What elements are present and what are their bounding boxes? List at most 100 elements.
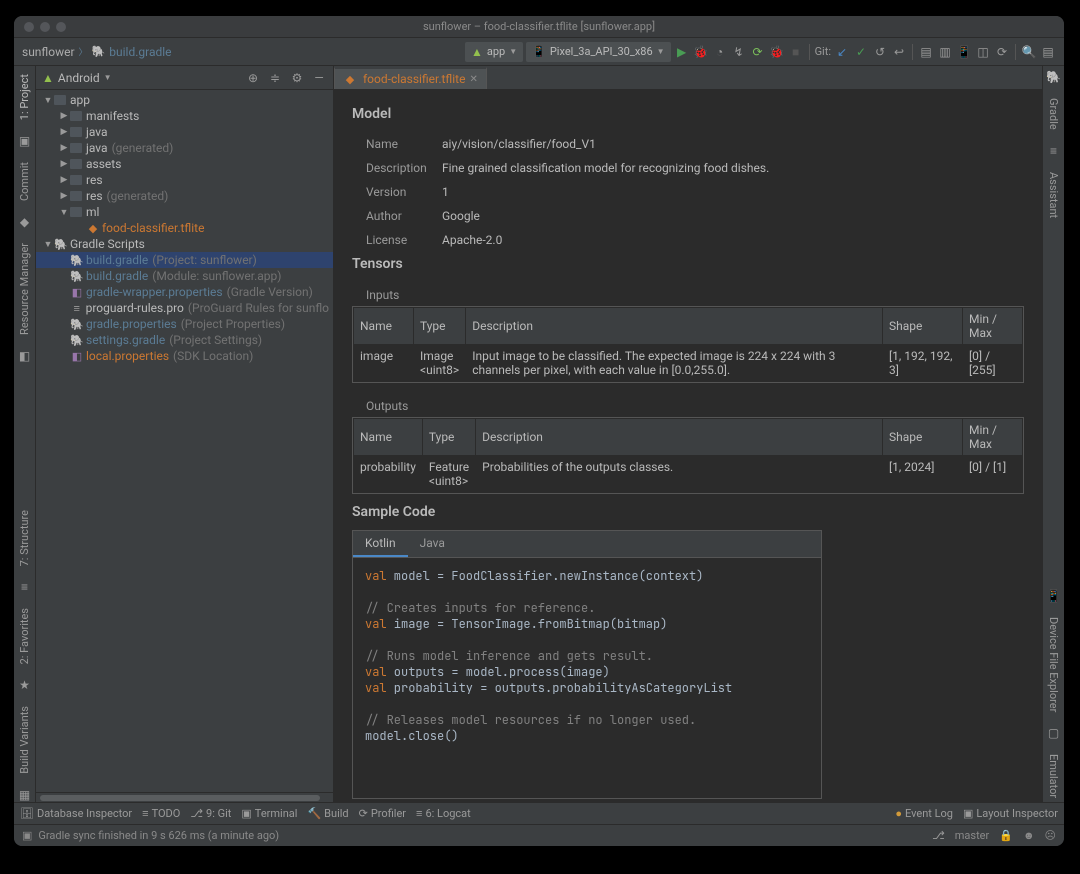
bottom-tab-event-log[interactable]: ●Event Log xyxy=(895,807,953,820)
rail-tab-assistant[interactable]: Assistant xyxy=(1045,168,1062,222)
twistie-icon[interactable]: ▶ xyxy=(58,111,70,121)
project-icon[interactable]: ▣ xyxy=(19,134,30,148)
bottom-tab-profiler[interactable]: ⟳Profiler xyxy=(359,807,406,820)
avd-manager-button[interactable]: ▤ xyxy=(918,44,934,60)
settings-button[interactable]: ▤ xyxy=(1040,44,1056,60)
close-icon[interactable] xyxy=(24,22,34,32)
rail-tab-device-explorer[interactable]: Device File Explorer xyxy=(1045,613,1062,716)
tree-node[interactable]: ≡proguard-rules.pro(ProGuard Rules for s… xyxy=(36,300,333,316)
device-manager-button[interactable]: 📱 xyxy=(956,44,972,60)
debug-button[interactable]: 🐞 xyxy=(693,44,709,60)
tree-node[interactable]: ◧gradle-wrapper.properties(Gradle Versio… xyxy=(36,284,333,300)
bottom-tab-terminal[interactable]: ▣Terminal xyxy=(241,807,297,820)
android-profiler-button[interactable]: ⟳ xyxy=(750,44,766,60)
tree-node[interactable]: 🐘build.gradle(Project: sunflower) xyxy=(36,252,333,268)
editor-tab-food-classifier[interactable]: ◆ food-classifier.tflite ✕ xyxy=(334,67,487,89)
run-button[interactable]: ▶ xyxy=(674,44,690,60)
breadcrumb-root[interactable]: sunflower xyxy=(22,45,75,59)
stop-button[interactable]: ■ xyxy=(788,44,804,60)
commit-icon[interactable]: ◆ xyxy=(20,215,29,229)
structure-icon[interactable]: ≡ xyxy=(21,580,28,594)
chevron-down-icon[interactable]: ▼ xyxy=(104,73,112,82)
code-body[interactable]: val model = FoodClassifier.newInstance(c… xyxy=(353,558,821,798)
rail-tab-emulator[interactable]: Emulator xyxy=(1045,750,1062,802)
twistie-icon[interactable]: ▶ xyxy=(58,175,70,185)
lock-icon[interactable]: 🔒 xyxy=(999,829,1013,842)
minimize-icon[interactable] xyxy=(40,22,50,32)
breadcrumb-file[interactable]: build.gradle xyxy=(109,45,171,59)
sync-button[interactable]: ⟳ xyxy=(994,44,1010,60)
panel-settings-icon[interactable]: ⚙ xyxy=(289,70,305,86)
bottom-tab-logcat[interactable]: ≡6: Logcat xyxy=(416,807,471,820)
tree-node[interactable]: 🐘build.gradle(Module: sunflower.app) xyxy=(36,268,333,284)
panel-hide-icon[interactable]: — xyxy=(311,70,327,86)
view-mode[interactable]: Android xyxy=(58,71,100,85)
face-sad-icon[interactable]: ☹ xyxy=(1045,829,1056,842)
tree-node[interactable]: 🐘gradle.properties(Project Properties) xyxy=(36,316,333,332)
git-rollback-button[interactable]: ↩ xyxy=(891,44,907,60)
device-selector[interactable]: 📱 Pixel_3a_API_30_x86 ▼ xyxy=(526,42,670,62)
tree-node[interactable]: ▼🐘Gradle Scripts xyxy=(36,236,333,252)
twistie-icon[interactable]: ▼ xyxy=(42,95,54,106)
tree-node[interactable]: ▶java(generated) xyxy=(36,140,333,156)
rail-tab-favorites[interactable]: 2: Favorites xyxy=(16,604,33,668)
tree-node[interactable]: ▼app xyxy=(36,92,333,108)
git-commit-button[interactable]: ✓ xyxy=(853,44,869,60)
git-branch[interactable]: master xyxy=(955,829,989,842)
tree-node[interactable]: ▶res xyxy=(36,172,333,188)
tree-node[interactable]: ▶manifests xyxy=(36,108,333,124)
rail-tab-resource[interactable]: Resource Manager xyxy=(16,239,33,339)
main-area: 1: Project ▣ Commit ◆ Resource Manager ◧… xyxy=(14,66,1064,802)
tree-node[interactable]: 🐘settings.gradle(Project Settings) xyxy=(36,332,333,348)
twistie-icon[interactable]: ▶ xyxy=(58,143,70,153)
device-explorer-icon[interactable]: 📱 xyxy=(1046,589,1061,603)
favorites-icon[interactable]: ★ xyxy=(19,678,30,692)
twistie-icon[interactable]: ▼ xyxy=(42,239,54,250)
close-tab-icon[interactable]: ✕ xyxy=(469,74,477,85)
bottom-tab-todo[interactable]: ≡TODO xyxy=(142,807,180,820)
rail-tab-structure[interactable]: 7: Structure xyxy=(16,506,33,570)
tab-kotlin[interactable]: Kotlin xyxy=(353,531,408,557)
rail-tab-commit[interactable]: Commit xyxy=(16,158,33,205)
scrollbar-thumb[interactable] xyxy=(40,795,320,801)
rail-tab-gradle[interactable]: Gradle xyxy=(1045,94,1062,134)
status-icon[interactable]: ▣ xyxy=(22,829,32,842)
run-config-selector[interactable]: ▲ app ▼ xyxy=(465,42,523,62)
app-inspection-button[interactable]: ◫ xyxy=(975,44,991,60)
gradle-icon[interactable]: 🐘 xyxy=(1046,70,1061,84)
bottom-tab-git[interactable]: ⎇9: Git xyxy=(190,807,231,820)
tab-java[interactable]: Java xyxy=(408,531,457,557)
face-neutral-icon[interactable]: ☻ xyxy=(1023,829,1035,842)
twistie-icon[interactable]: ▶ xyxy=(58,159,70,169)
tree-node[interactable]: ▶res(generated) xyxy=(36,188,333,204)
tree-node[interactable]: ◧local.properties(SDK Location) xyxy=(36,348,333,364)
profile-button[interactable]: ↯ xyxy=(731,44,747,60)
bottom-tab-database-inspector[interactable]: 🗄Database Inspector xyxy=(20,807,132,820)
rail-tab-project[interactable]: 1: Project xyxy=(16,70,33,124)
coverage-button[interactable]: ◔ xyxy=(712,44,728,60)
tree-node[interactable]: ▶assets xyxy=(36,156,333,172)
tree-node[interactable]: ◆food-classifier.tflite xyxy=(36,220,333,236)
twistie-icon[interactable]: ▼ xyxy=(58,207,70,218)
bottom-tab-layout-inspector[interactable]: ▣Layout Inspector xyxy=(963,807,1058,820)
git-update-button[interactable]: ↙ xyxy=(834,44,850,60)
tree-node[interactable]: ▼ml xyxy=(36,204,333,220)
twistie-icon[interactable]: ▶ xyxy=(58,191,70,201)
sdk-manager-button[interactable]: ▥ xyxy=(937,44,953,60)
select-opened-file-icon[interactable]: ⊕ xyxy=(245,70,261,86)
attach-debugger-button[interactable]: 🐞 xyxy=(769,44,785,60)
project-tree[interactable]: ▼app▶manifests▶java▶java(generated)▶asse… xyxy=(36,90,333,792)
search-button[interactable]: 🔍 xyxy=(1021,44,1037,60)
tree-scrollbar[interactable] xyxy=(36,792,333,802)
twistie-icon[interactable]: ▶ xyxy=(58,127,70,137)
bottom-tab-build[interactable]: 🔨Build xyxy=(307,807,348,820)
resource-icon[interactable]: ◧ xyxy=(19,349,30,363)
tree-node[interactable]: ▶java xyxy=(36,124,333,140)
git-history-button[interactable]: ↺ xyxy=(872,44,888,60)
build-variants-icon[interactable]: ▦ xyxy=(19,788,30,802)
maximize-icon[interactable] xyxy=(56,22,66,32)
assistant-icon[interactable]: ≡ xyxy=(1050,144,1057,158)
rail-tab-build-variants[interactable]: Build Variants xyxy=(16,702,33,778)
emulator-icon[interactable]: ▢ xyxy=(1048,726,1059,740)
collapse-all-icon[interactable]: ≑ xyxy=(267,70,283,86)
